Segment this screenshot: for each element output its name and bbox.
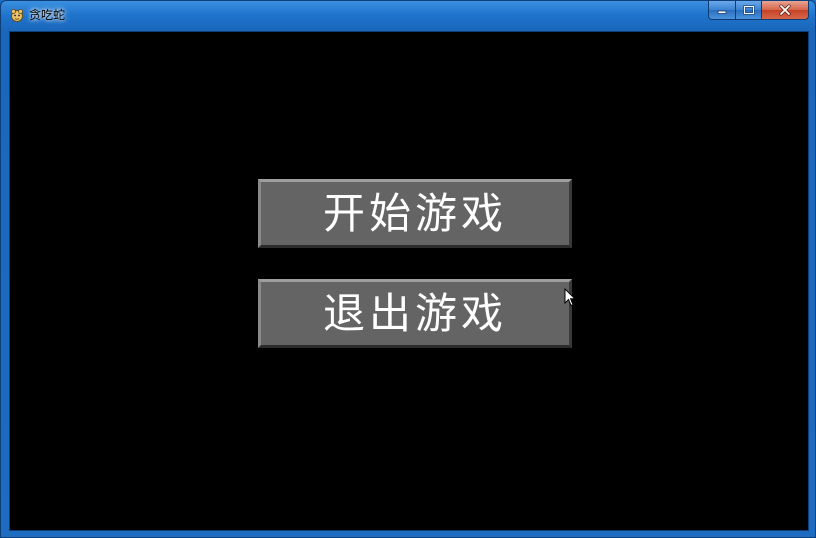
app-window: 贪吃蛇 开始游戏 退出游戏 [0, 0, 816, 538]
window-controls [708, 1, 809, 21]
mouse-cursor-icon [564, 288, 576, 307]
close-icon [779, 4, 791, 16]
maximize-button[interactable] [736, 1, 762, 20]
app-icon [11, 9, 23, 22]
title-bar[interactable]: 贪吃蛇 [1, 1, 815, 29]
game-canvas: 开始游戏 退出游戏 [9, 31, 809, 531]
quit-game-button[interactable]: 退出游戏 [258, 279, 572, 348]
minimize-button[interactable] [708, 1, 736, 20]
minimize-icon [717, 10, 727, 14]
maximize-icon [742, 5, 755, 15]
close-button[interactable] [762, 1, 809, 20]
window-title: 贪吃蛇 [29, 8, 66, 22]
start-game-button[interactable]: 开始游戏 [258, 179, 572, 248]
